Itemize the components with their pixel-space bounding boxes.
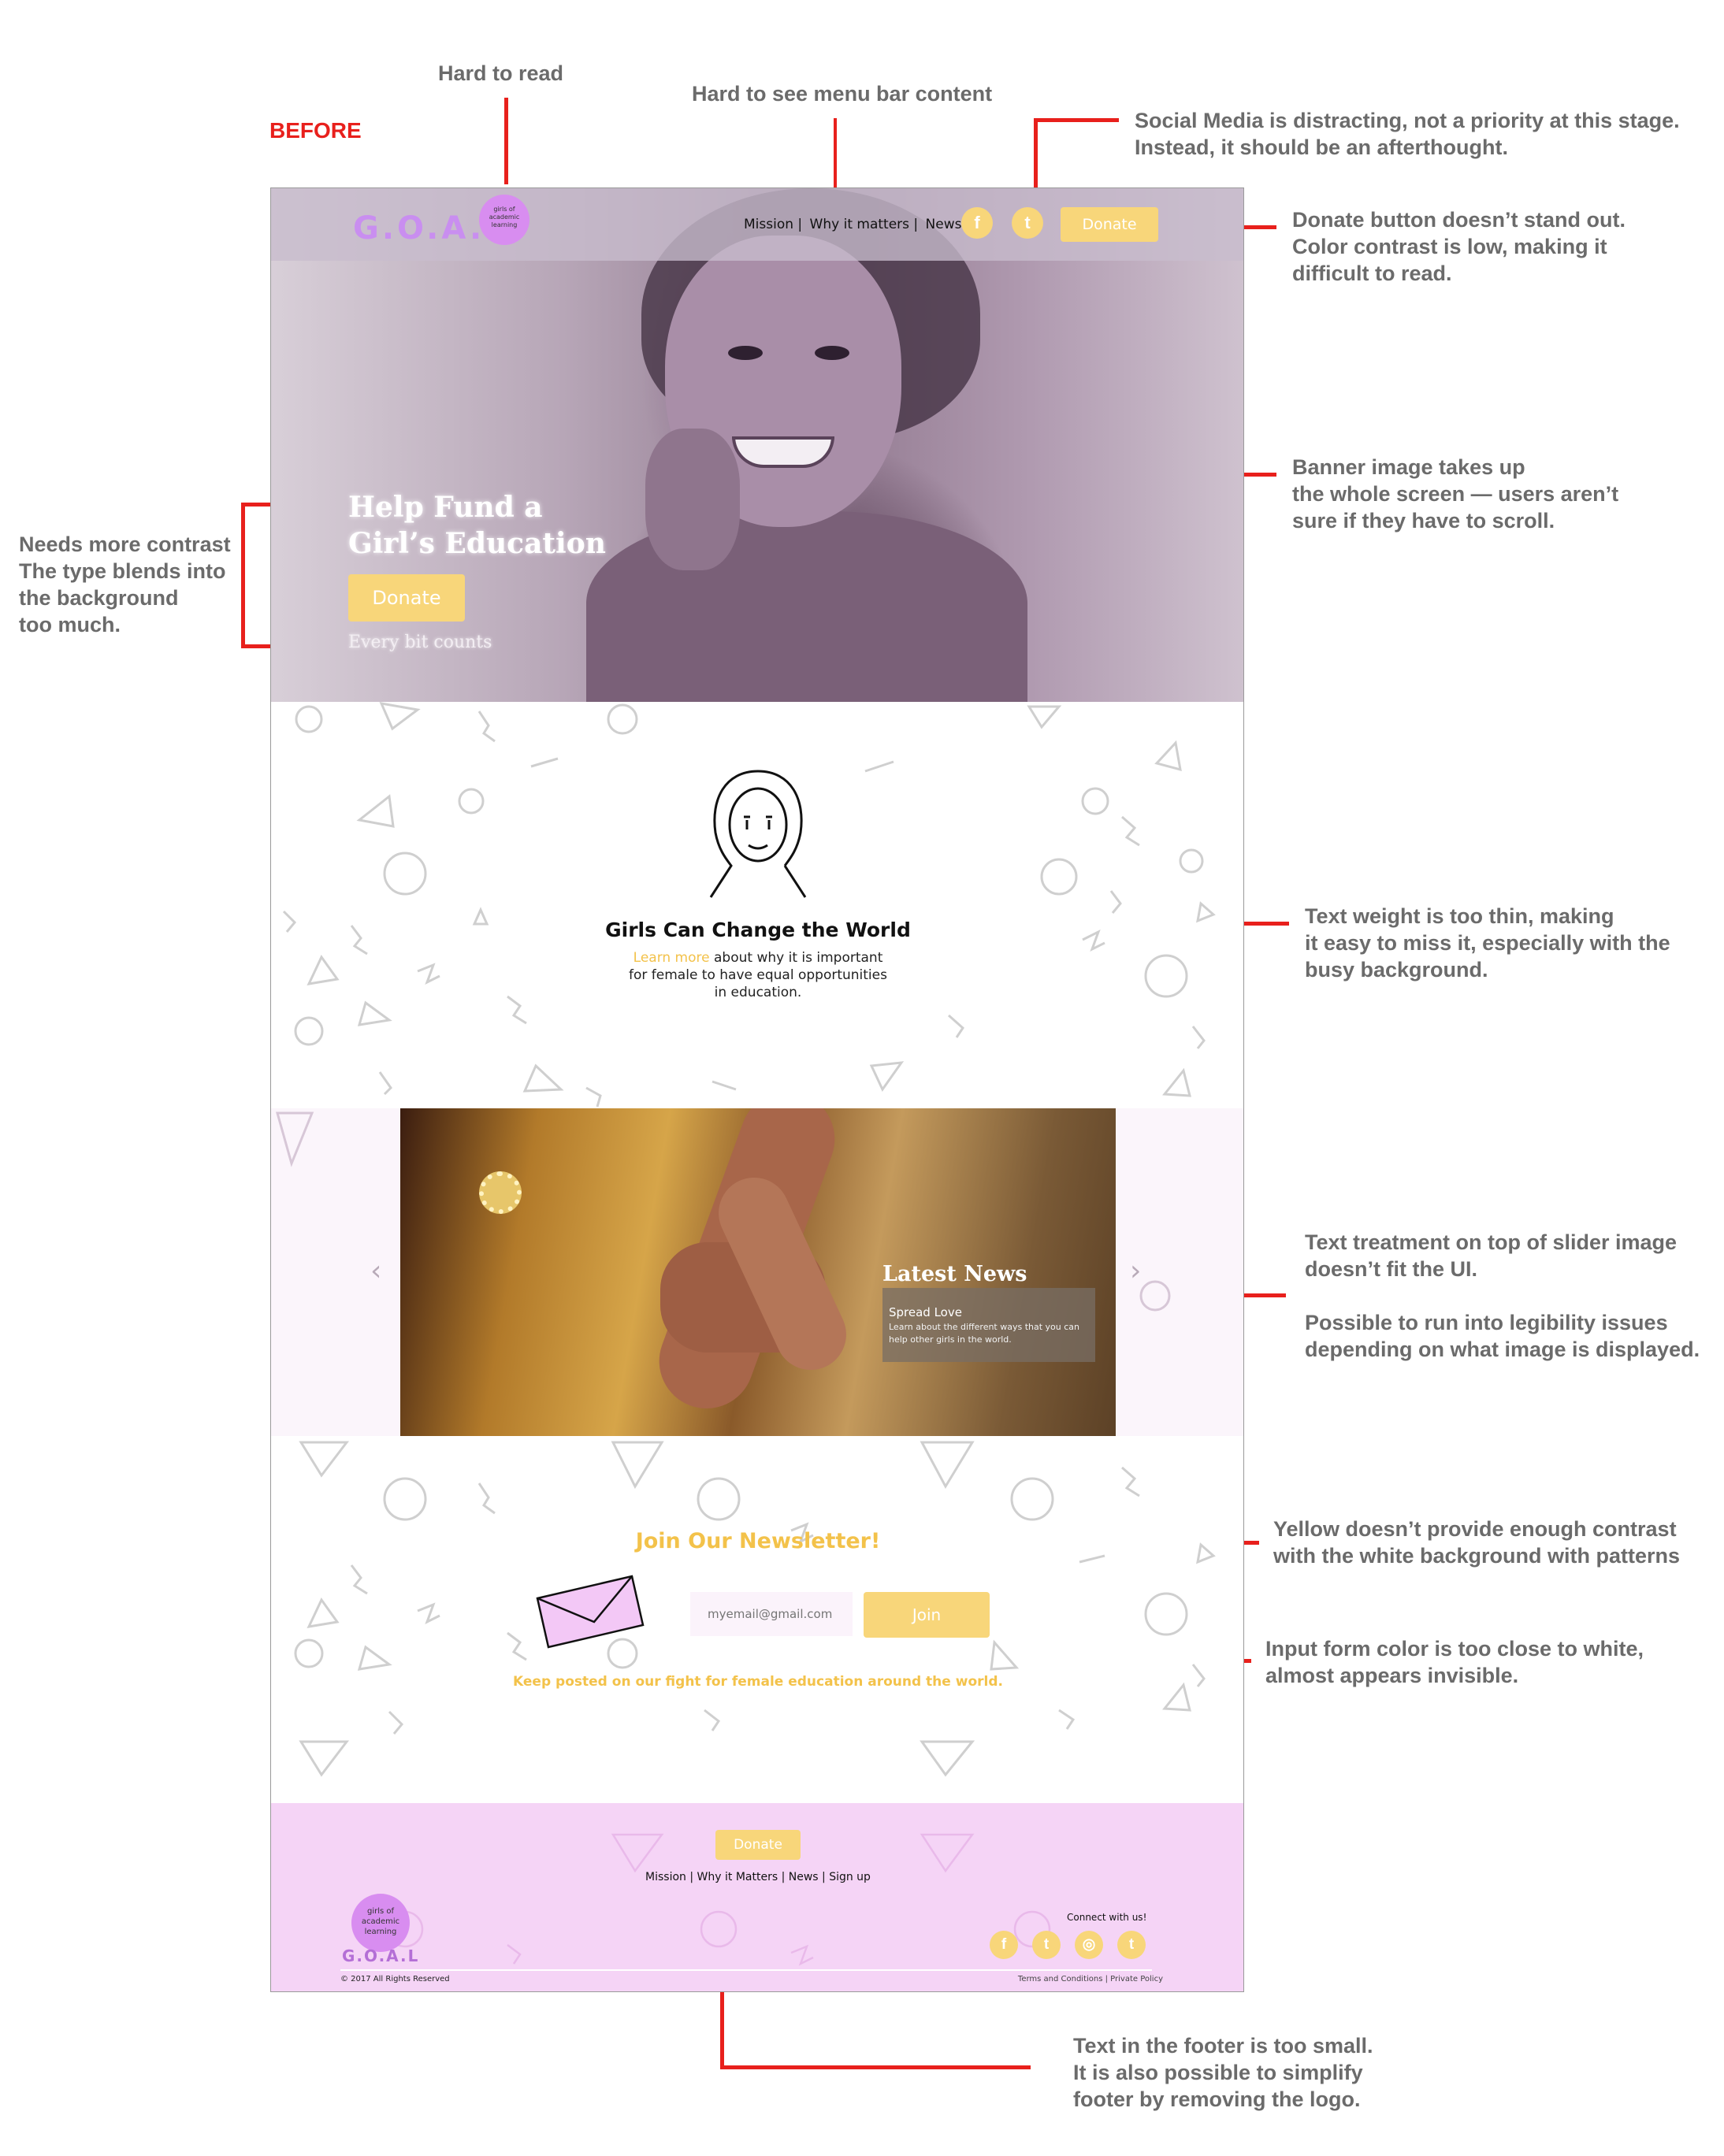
- footer: Donate Mission | Why it Matters | News |…: [271, 1803, 1243, 1991]
- logo-badge-line: girls of: [366, 1907, 395, 1916]
- logo-badge-line: girls of: [493, 206, 515, 213]
- hero-title-line: Girl’s Education: [348, 527, 606, 560]
- nav-item-why-it-matters[interactable]: Why it matters |: [810, 217, 919, 232]
- annotation-footer-text: Text in the footer is too small. It is a…: [1073, 2034, 1373, 2111]
- annotation-hard-to-read: Hard to read: [438, 61, 564, 85]
- header-donate-button[interactable]: Donate: [1061, 207, 1158, 242]
- footer-copyright: © 2017 All Rights Reserved: [340, 1975, 450, 1983]
- hero-photo-smile: [732, 436, 834, 468]
- annotation-menu-bar: Hard to see menu bar content: [692, 82, 993, 106]
- footer-legal-links[interactable]: Terms and Conditions | Private Policy: [1018, 1975, 1163, 1983]
- hero-title: Help Fund a Girl’s Education: [348, 489, 606, 562]
- annotation-line-footer-h: [720, 2065, 1031, 2069]
- facebook-icon[interactable]: f: [961, 207, 993, 239]
- twitter-icon[interactable]: t: [1032, 1931, 1061, 1959]
- hero-photo-eye-right: [815, 346, 849, 360]
- hero-donate-button[interactable]: Donate: [348, 574, 465, 622]
- hero-title-line: Help Fund a: [348, 491, 543, 524]
- instagram-icon[interactable]: ◎: [1075, 1931, 1103, 1959]
- mission-body-text: about why it is important: [709, 950, 883, 966]
- hero-banner: G.O.A.L girls of academic learning Missi…: [271, 188, 1243, 702]
- mission-body: Learn more about why it is important for…: [271, 949, 1243, 1001]
- logo-badge-line: academic: [489, 213, 520, 221]
- footer-logo-badge[interactable]: girls of academic learning: [351, 1894, 410, 1952]
- girl-icon: [709, 770, 807, 898]
- annotation-slider-text: Text treatment on top of slider image do…: [1305, 1230, 1700, 1361]
- annotation-banner-image: Banner image takes up the whole screen —…: [1292, 455, 1619, 533]
- tumblr-icon[interactable]: t: [1117, 1931, 1146, 1959]
- mission-body-text: for female to have equal opportunities: [629, 967, 887, 983]
- footer-nav-links[interactable]: Mission | Why it Matters | News | Sign u…: [271, 1871, 1243, 1883]
- footer-divider: [340, 1969, 1152, 1971]
- slider-heading: Latest News: [882, 1262, 1027, 1286]
- annotation-text-weight: Text weight is too thin, making it easy …: [1305, 904, 1670, 982]
- news-slider: Latest News Spread Love Learn about the …: [271, 1108, 1243, 1436]
- nav-item-news[interactable]: News: [926, 217, 962, 232]
- slider-subheading: Spread Love: [889, 1305, 962, 1319]
- website-mockup: G.O.A.L girls of academic learning Missi…: [270, 187, 1244, 1992]
- nav-item-mission[interactable]: Mission |: [744, 217, 802, 232]
- annotation-donate-button: Donate button doesn’t stand out. Color c…: [1292, 208, 1626, 285]
- mission-section: Girls Can Change the World Learn more ab…: [271, 702, 1243, 1108]
- envelope-icon: [536, 1575, 645, 1649]
- slider-description: Learn about the different ways that you …: [889, 1322, 1080, 1345]
- header-nav-bar: G.O.A.L girls of academic learning Missi…: [271, 188, 1243, 261]
- footer-logo-text[interactable]: G.O.A.L: [342, 1946, 419, 1965]
- header-logo-badge[interactable]: girls of academic learning: [479, 195, 529, 245]
- mission-body-text: in education.: [714, 985, 802, 1000]
- hero-photo-hand: [645, 429, 740, 570]
- decorative-pattern: [282, 702, 1216, 1108]
- twitter-icon[interactable]: t: [1012, 207, 1043, 239]
- mission-title: Girls Can Change the World: [605, 918, 911, 941]
- annotation-social-media: Social Media is distracting, not a prior…: [1135, 109, 1680, 159]
- slider-photo-jewel: [479, 1171, 522, 1214]
- hero-photo-eye-left: [728, 346, 763, 360]
- slider-next-arrow[interactable]: ›: [1130, 1255, 1141, 1287]
- header-nav-links: Mission | Why it matters | News: [744, 217, 964, 232]
- annotation-line-logo: [504, 98, 508, 184]
- newsletter-email-input[interactable]: [690, 1592, 853, 1636]
- learn-more-link[interactable]: Learn more: [633, 950, 710, 966]
- logo-badge-line: academic: [361, 1917, 400, 1926]
- slider-image: Latest News Spread Love Learn about the …: [400, 1108, 1116, 1436]
- annotation-yellow-contrast: Yellow doesn’t provide enough contrast w…: [1273, 1517, 1681, 1568]
- footer-donate-button[interactable]: Donate: [715, 1830, 801, 1860]
- annotation-bracket-side: [241, 503, 245, 648]
- slider-prev-arrow[interactable]: ‹: [370, 1255, 381, 1287]
- annotation-line-social-h: [1034, 118, 1119, 122]
- logo-badge-line: learning: [491, 221, 518, 228]
- facebook-icon[interactable]: f: [990, 1931, 1018, 1959]
- hero-tagline: Every bit counts: [348, 633, 492, 652]
- newsletter-join-button[interactable]: Join: [864, 1592, 990, 1638]
- before-label: BEFORE: [269, 118, 362, 143]
- newsletter-tagline: Keep posted on our fight for female educ…: [513, 1674, 1003, 1690]
- annotation-needs-contrast: Needs more contrast The type blends into…: [19, 533, 231, 636]
- annotation-input-color: Input form color is too close to white, …: [1265, 1637, 1644, 1687]
- footer-connect-label: Connect with us!: [1067, 1912, 1147, 1923]
- newsletter-title: Join Our Newsletter!: [635, 1529, 881, 1553]
- logo-badge-line: learning: [364, 1928, 397, 1936]
- newsletter-section: Join Our Newsletter! Join Keep posted on…: [271, 1436, 1243, 1803]
